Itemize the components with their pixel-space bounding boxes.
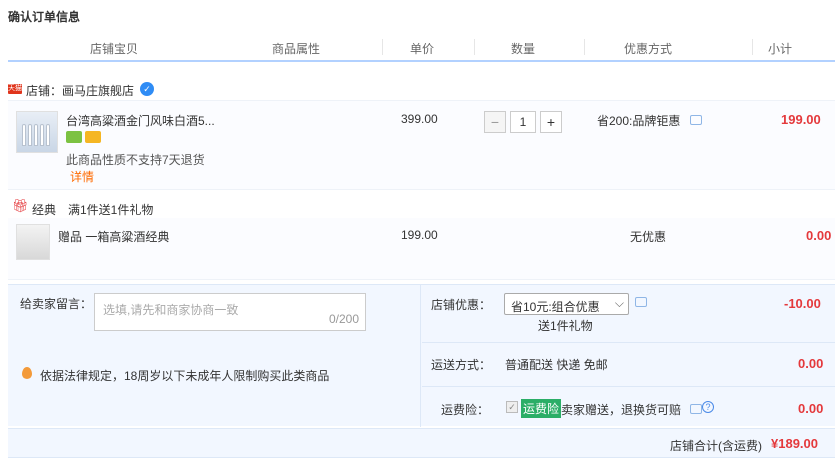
decrease-button[interactable]: − [484, 111, 506, 133]
credit-card-icon [85, 131, 101, 143]
gift-item: 赠品 一箱高粱酒经典 199.00 无优惠 0.00 [8, 218, 835, 280]
law-notice-text: 依据法律规定，18周岁以下未成年人限制购买此类商品 [40, 369, 330, 383]
shipping-amount: 0.00 [798, 356, 824, 371]
gift-title: 赠品 一箱高粱酒经典 [58, 230, 170, 244]
item-subtotal: 199.00 [781, 112, 821, 127]
quantity-input[interactable]: 1 [510, 111, 536, 133]
shop-coupon-gift: 送1件礼物 [538, 319, 593, 333]
page-title: 确认订单信息 [8, 10, 81, 24]
increase-button[interactable]: + [540, 111, 562, 133]
col-promotion: 优惠方式 [624, 42, 673, 56]
chat-icon[interactable]: ✓ [140, 82, 154, 96]
shop-coupon-amount: -10.00 [784, 296, 821, 311]
insurance-tag: 运费险 [521, 399, 562, 418]
comment-icon[interactable] [690, 404, 702, 414]
header-divider [474, 39, 475, 55]
message-placeholder: 选填,请先和商家协商一致 [103, 303, 239, 317]
message-counter: 0/200 [328, 312, 359, 326]
shop-coupon-selected: 省10元:组合优惠 [511, 300, 600, 314]
gift-icon: 🎁︎ [12, 198, 29, 213]
insurance-checkbox[interactable]: ✓ [506, 401, 518, 413]
bottle-icon [34, 124, 38, 146]
gift-thumbnail[interactable] [16, 224, 50, 260]
order-item: 台湾高粱酒金门风味白酒5... 此商品性质不支持7天退货 详情 399.00 −… [8, 100, 835, 190]
col-attributes: 商品属性 [272, 42, 321, 56]
message-panel: 给卖家留言： 选填,请先和商家协商一致 0/200 依据法律规定，18周岁以下未… [8, 285, 421, 427]
header-divider [382, 39, 383, 55]
item-thumbnail[interactable] [16, 111, 58, 153]
promotion-label: 省200:品牌钜惠 [597, 114, 681, 128]
gift-subtotal: 0.00 [806, 228, 832, 243]
gift-class: 经典 [32, 203, 57, 217]
col-unit-price: 单价 [410, 42, 435, 56]
order-options-panel: 给卖家留言： 选填,请先和商家协商一致 0/200 依据法律规定，18周岁以下未… [8, 284, 835, 427]
shipping-method[interactable]: 普通配送 快递 免邮 [505, 356, 608, 373]
table-header: 店铺宝贝 商品属性 单价 数量 优惠方式 小计 [8, 32, 835, 62]
insurance-amount: 0.00 [798, 401, 824, 416]
message-label: 给卖家留言： [20, 297, 93, 311]
bottle-icon [28, 124, 32, 146]
shop-total-value: ¥189.00 [771, 436, 818, 451]
insurance-label: 运费险： [441, 403, 490, 417]
shipping-label: 运送方式： [431, 358, 492, 372]
bottle-icon [46, 124, 50, 146]
no-return-notice: 此商品性质不支持7天退货 [66, 153, 205, 167]
unit-price: 399.00 [401, 112, 438, 126]
service-badge-icon [66, 131, 82, 143]
tmall-badge-icon: 天猫 [8, 84, 22, 94]
shop-total-label: 店铺合计(含运费) [670, 439, 762, 453]
detail-link[interactable]: 详情 [70, 168, 94, 185]
col-shop-item: 店铺宝贝 [90, 42, 139, 56]
chevron-down-icon: ⌵ [614, 296, 624, 310]
shop-row: 天猫 店铺：画马庄旗舰店 ✓ [8, 78, 835, 100]
header-divider [752, 39, 753, 55]
bottle-icon [22, 124, 26, 146]
shop-coupon-label: 店铺优惠： [431, 298, 492, 312]
help-icon[interactable]: ? [702, 401, 714, 413]
bottle-icon [40, 124, 44, 146]
insurance-text: 卖家赠送，退换货可赔 [561, 403, 682, 417]
item-title[interactable]: 台湾高粱酒金门风味白酒5... [66, 112, 215, 129]
col-quantity: 数量 [511, 42, 536, 56]
location-pin-icon [22, 367, 32, 379]
header-divider [584, 39, 585, 55]
shop-coupon-select[interactable]: 省10元:组合优惠 ⌵ [504, 293, 629, 315]
gift-rule: 满1件送1件礼物 [68, 203, 154, 217]
message-textarea[interactable]: 选填,请先和商家协商一致 0/200 [94, 293, 366, 331]
comment-icon[interactable] [635, 297, 647, 307]
shop-name[interactable]: 店铺：画马庄旗舰店 [26, 82, 134, 99]
gift-section-header: 🎁︎ 经典 满1件送1件礼物 [8, 198, 835, 218]
col-subtotal: 小计 [768, 42, 793, 56]
gift-promotion: 无优惠 [630, 230, 667, 244]
gift-unit-price: 199.00 [401, 228, 438, 242]
comment-icon[interactable] [690, 115, 702, 125]
shop-total-row: 店铺合计(含运费) ¥189.00 [8, 428, 835, 458]
